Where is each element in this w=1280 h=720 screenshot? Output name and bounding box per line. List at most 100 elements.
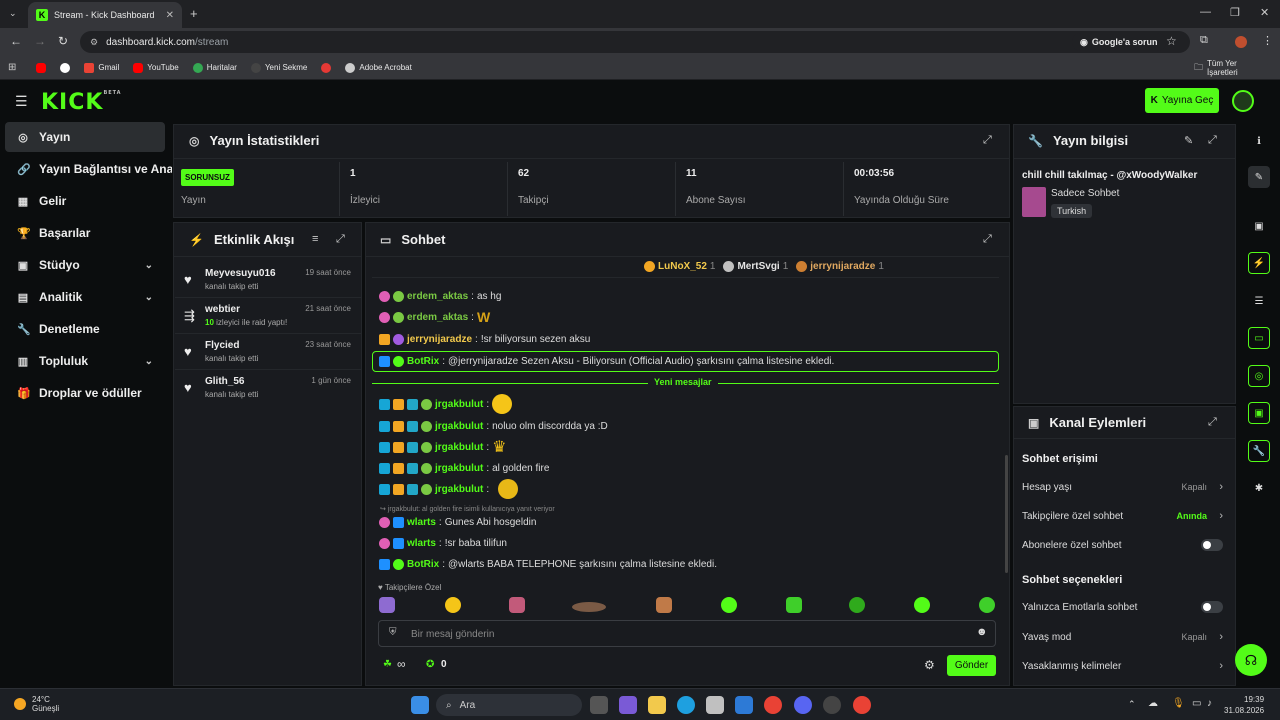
channel-actions-rail-icon[interactable]: ▣ [1248,402,1270,424]
mail-icon[interactable] [735,696,753,714]
discord-icon[interactable] [794,696,812,714]
subs-only-toggle[interactable] [1201,539,1223,551]
sidebar-item-analytics[interactable]: ▤ Analitik ⌄ [5,282,165,312]
back-icon[interactable]: ← [10,34,22,48]
google-lens-button[interactable]: ◉ Google'a sorun [1072,33,1166,51]
chat-username[interactable]: jrgakbulut [435,442,483,453]
chat-input-box[interactable]: ⛨ ☻ [378,620,996,647]
points-icon[interactable]: ✪ [426,659,434,670]
emoji-icon[interactable]: ☻ [976,626,988,638]
maximize-icon[interactable]: ❐ [1230,6,1240,19]
bookmark-star-icon[interactable]: ☆ [1166,34,1177,48]
help-headset-icon[interactable]: ☊ [1235,644,1267,676]
leader-item[interactable]: jerrynijaradze 1 [796,261,884,272]
close-tab-icon[interactable]: ✕ [166,10,174,21]
kick-logo[interactable]: KICKBETA [41,90,122,115]
emote-icon[interactable] [572,602,606,612]
extensions-icon[interactable]: ⧉ [1200,34,1208,47]
wrench-rail-icon[interactable]: 🔧 [1248,440,1270,462]
expand-icon[interactable]: ⤢ [336,233,345,246]
chat-username[interactable]: wlarts [407,538,436,549]
edit-pencil-icon[interactable]: ✎ [1184,134,1193,147]
chrome-alt-icon[interactable] [853,696,871,714]
expand-icon[interactable]: ⤢ [1208,416,1217,429]
send-button[interactable]: Gönder [947,655,996,676]
slow-mode-row[interactable]: Yavaş mod Kapalı › [1022,627,1225,647]
bookmark-youtube[interactable]: YouTube [133,62,179,73]
chat-input[interactable] [411,625,971,643]
store-icon[interactable] [706,696,724,714]
leader-item[interactable]: MertSvgi 1 [723,261,788,272]
stream-panel-icon[interactable]: ▣ [1248,215,1270,237]
site-info-icon[interactable]: ⚙ [90,37,98,48]
bookmark-new-tab[interactable]: Yeni Sekme [250,62,307,73]
leader-item[interactable]: LuNoX_52 1 [644,261,715,272]
users-icon[interactable]: ☘ [383,659,392,670]
sidebar-item-moderation[interactable]: 🔧 Denetleme [5,314,165,344]
sidebar-item-stream-key[interactable]: 🔗 Yayın Bağlantısı ve Anahtarı [5,154,172,184]
expand-icon[interactable]: ⤢ [983,233,992,246]
forward-icon[interactable]: → [34,34,46,48]
minimize-icon[interactable]: — [1200,6,1211,18]
windows-start-icon[interactable] [411,696,429,714]
activity-user[interactable]: Meyvesuyu016 [205,268,276,279]
chat-username[interactable]: jrgakbulut [435,463,483,474]
bookmark-adobe[interactable]: Adobe Acrobat [345,62,412,73]
chat-username[interactable]: BotRix [407,356,439,367]
category-thumbnail[interactable] [1022,187,1046,217]
emote-icon[interactable] [379,597,395,613]
sidebar-item-achievements[interactable]: 🏆 Başarılar [5,218,165,248]
chat-username[interactable]: jrgakbulut [435,399,483,410]
sidebar-item-yayin[interactable]: ◎ Yayın [5,122,165,152]
activity-lightning-icon[interactable]: ⚡ [1248,252,1270,274]
bookmark-maps[interactable]: Haritalar [192,62,237,73]
emote-icon[interactable] [445,597,461,613]
go-live-button[interactable]: K Yayına Geç [1145,88,1219,113]
chat-username[interactable]: erdem_aktas [407,312,468,323]
m365-icon[interactable] [619,696,637,714]
emote-only-toggle[interactable] [1201,601,1223,613]
filter-icon[interactable]: ≡ [312,233,318,245]
task-view-icon[interactable] [590,696,608,714]
activity-user[interactable]: Glith_56 [205,376,244,387]
weather-widget[interactable]: 24°C Güneşli [14,695,59,713]
chat-rail-icon[interactable]: ▭ [1248,327,1270,349]
chat-username[interactable]: jrgakbulut [435,421,483,432]
expand-icon[interactable]: ⤢ [1208,134,1217,147]
activity-user[interactable]: webtier [205,304,240,315]
tab-list-icon[interactable]: ⌄ [9,8,17,19]
sidebar-item-community[interactable]: ▥ Topluluk ⌄ [5,346,165,376]
edge-icon[interactable] [677,696,695,714]
file-explorer-icon[interactable] [648,696,666,714]
sidebar-item-studio[interactable]: ▣ Stüdyo ⌄ [5,250,165,280]
emote-icon[interactable] [509,597,525,613]
obs-icon[interactable] [823,696,841,714]
taskbar-search[interactable]: ⌕ Ara [436,694,582,716]
edit-icon[interactable]: ✎ [1248,166,1270,188]
emote-icon[interactable] [849,597,865,613]
menu-dots-icon[interactable]: ⋮ [1262,34,1273,47]
chat-username[interactable]: jrgakbulut [435,484,483,495]
chat-username[interactable]: wlarts [407,517,436,528]
chat-scrollbar[interactable] [1005,455,1008,573]
infinity-icon[interactable]: ∞ [397,657,406,671]
bookmark-music[interactable] [321,62,332,73]
followers-only-row[interactable]: Takipçilere özel sohbet Anında › [1022,506,1225,526]
hamburger-menu-icon[interactable]: ☰ [15,93,28,110]
chat-username[interactable]: BotRix [407,559,439,570]
settings-gear-icon[interactable]: ⚙ [924,658,935,672]
apps-grid-icon[interactable]: ⊞ [8,62,16,73]
sidebar-item-drops[interactable]: 🎁 Droplar ve ödüller [5,378,165,408]
list-icon[interactable]: ☰ [1248,290,1270,312]
category-name[interactable]: Sadece Sohbet [1051,188,1119,199]
new-tab-icon[interactable]: + [190,6,198,21]
emote-icon[interactable] [786,597,802,613]
chat-username[interactable]: erdem_aktas [407,291,468,302]
bookmark-youtube-short[interactable] [36,62,47,73]
reload-icon[interactable]: ↻ [58,34,68,48]
volume-icon[interactable]: ♪ [1207,698,1212,709]
emote-icon[interactable] [914,597,930,613]
cloud-icon[interactable]: ☁ [1148,698,1158,709]
close-window-icon[interactable]: ✕ [1260,6,1269,19]
mic-tray-icon[interactable]: 🎙 [1172,698,1185,709]
